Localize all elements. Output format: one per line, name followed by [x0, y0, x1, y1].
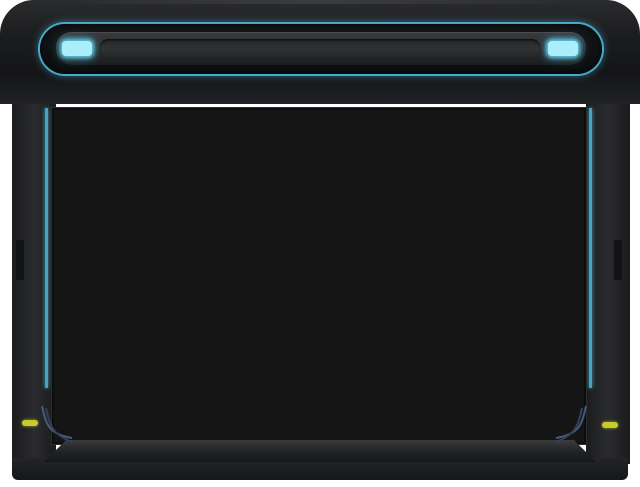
display-screen[interactable] [52, 108, 586, 444]
left-glow-strip [45, 108, 48, 388]
bottom-lip [44, 440, 596, 462]
console-frame [0, 0, 640, 487]
right-cable-icon [555, 405, 587, 443]
right-side-pillar [586, 104, 630, 464]
top-rim [60, 0, 580, 4]
left-vent [16, 240, 24, 280]
title-groove [100, 39, 540, 59]
right-status-light-icon [602, 422, 618, 428]
right-indicator-lamp-icon [548, 41, 578, 56]
right-glow-strip [589, 108, 592, 388]
left-status-light-icon [22, 420, 38, 426]
left-cable-icon [41, 405, 73, 443]
left-indicator-lamp-icon [62, 41, 92, 56]
right-vent [614, 240, 622, 280]
